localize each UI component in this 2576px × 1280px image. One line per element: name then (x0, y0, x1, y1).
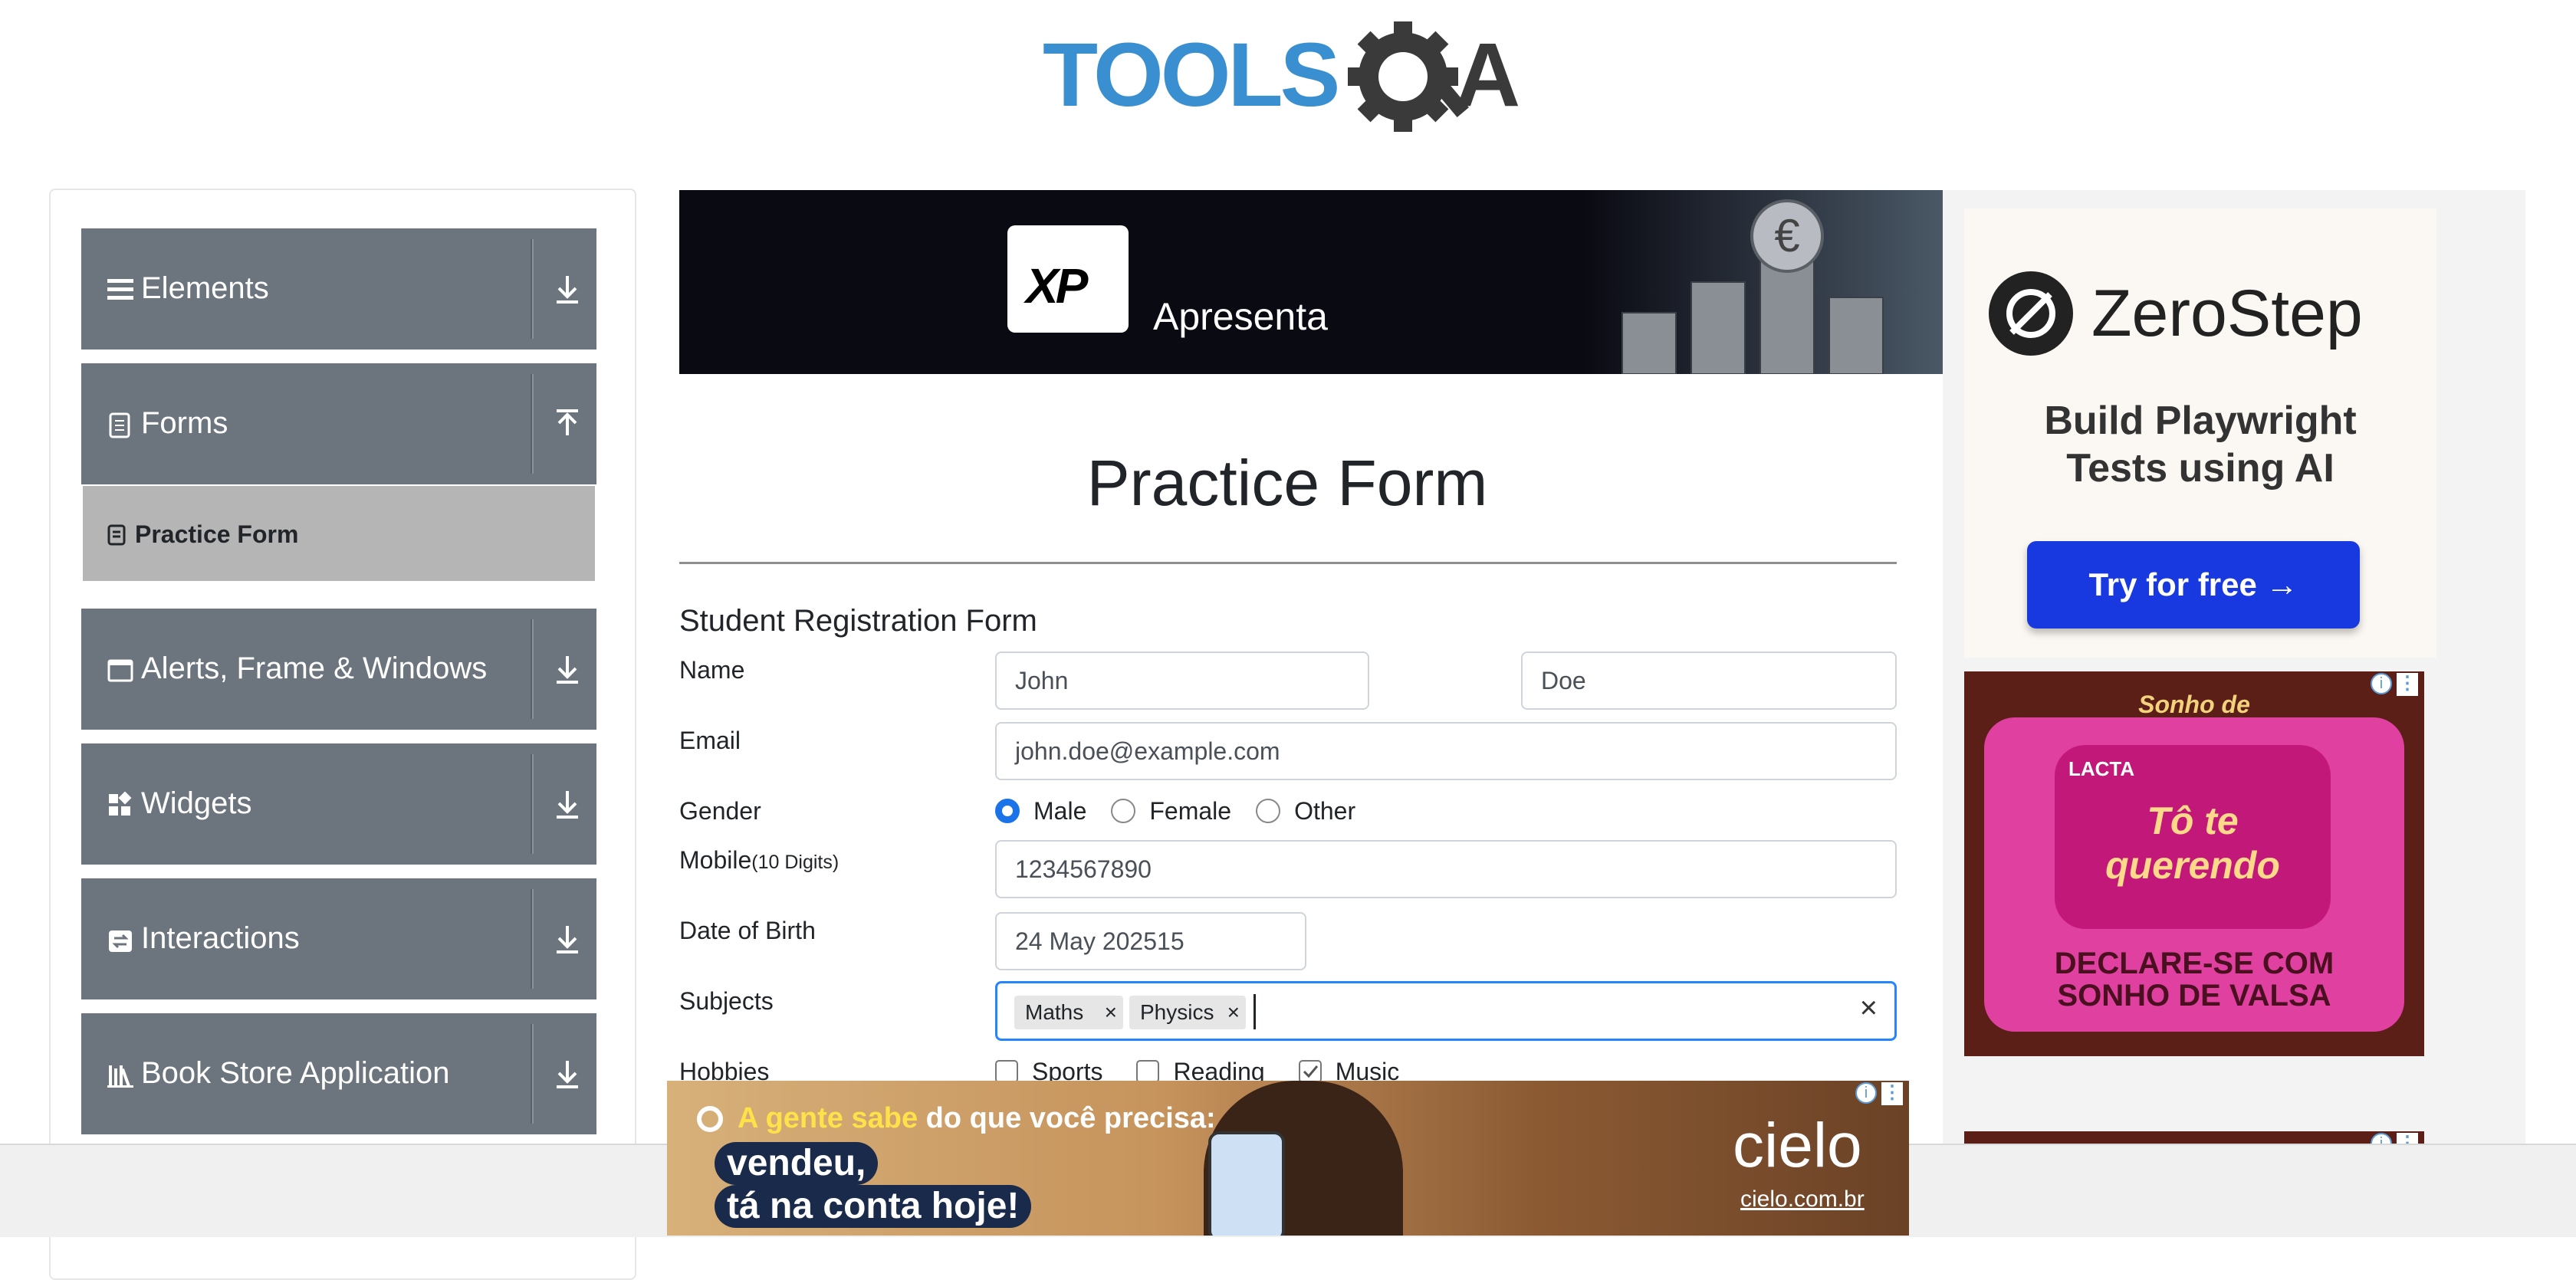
gender-male-radio[interactable] (995, 799, 1020, 823)
ad-line-3: tá na conta hoje! (715, 1185, 1032, 1228)
subjects-input[interactable]: Maths × Physics × × (995, 981, 1897, 1041)
subject-chip: Physics × (1129, 996, 1246, 1029)
sidebar-item-practice-form[interactable]: Practice Form (81, 484, 596, 583)
sidebar-group-book-store[interactable]: Book Store Application (81, 1013, 596, 1136)
sidebar-group-label: Interactions (141, 921, 300, 955)
cielo-url[interactable]: cielo.com.br (1740, 1186, 1865, 1213)
svg-text:TOOLS: TOOLS (1043, 25, 1338, 126)
coins-image: € (1584, 190, 1943, 374)
gender-male-label[interactable]: Male (1033, 797, 1086, 825)
remove-chip-icon[interactable]: × (1105, 996, 1117, 1029)
try-for-free-button[interactable]: Try for free → (2027, 541, 2360, 629)
cielo-logo: cielo (1733, 1111, 1862, 1180)
subject-chip-label: Physics (1140, 1000, 1214, 1024)
widgets-icon (109, 791, 132, 816)
gender-female-radio[interactable] (1111, 799, 1136, 823)
product-name: Tô te querendo (2105, 799, 2280, 887)
hamburger-icon (107, 279, 133, 300)
ad-line-1: A gente sabe do que você precisa: (738, 1102, 1216, 1134)
phone-image (1208, 1131, 1285, 1236)
download-arrow-icon[interactable] (552, 1055, 583, 1093)
divider (531, 239, 534, 339)
banner-text: Apresenta (1153, 295, 1328, 338)
cielo-ad[interactable]: A gente sabe do que você precisa: vendeu… (667, 1081, 1909, 1236)
form-icon (107, 524, 126, 546)
gender-label: Gender (679, 797, 761, 825)
reading-checkbox[interactable] (1136, 1060, 1160, 1083)
sidebar-group-label: Book Store Application (141, 1056, 450, 1090)
sidebar-group-widgets[interactable]: Widgets (81, 743, 596, 866)
cielo-ring-icon (697, 1106, 723, 1132)
form-title: Student Registration Form (679, 604, 1037, 638)
gender-other-radio[interactable] (1256, 799, 1281, 823)
sidebar-group-label: Elements (141, 271, 269, 305)
download-arrow-icon[interactable] (552, 920, 583, 958)
upload-arrow-icon[interactable] (552, 405, 583, 443)
sidebar-group-label: Widgets (141, 786, 252, 820)
ad-line-2: vendeu, (715, 1142, 879, 1185)
document-icon (109, 412, 130, 438)
candy-wrapper-image: LACTA Tô te querendo (2055, 745, 2331, 929)
mobile-hint: (10 Digits) (751, 852, 840, 873)
window-icon (107, 659, 133, 682)
top-banner-ad[interactable]: XP Apresenta € (679, 190, 1943, 374)
page-title: Practice Form (1086, 447, 1488, 519)
email-label: Email (679, 727, 741, 754)
title-divider (679, 562, 1897, 564)
text-caret (1254, 994, 1256, 1029)
zerostep-logo-icon (1989, 271, 2073, 356)
sidebar-group-alerts[interactable]: Alerts, Frame & Windows (81, 609, 596, 731)
toolsqa-logo[interactable]: TOOLS A (1043, 21, 1541, 140)
last-name-input[interactable]: Doe (1521, 651, 1897, 710)
sidebar-item-label: Practice Form (135, 520, 299, 548)
zerostep-tagline: Build Playwright Tests using AI (2044, 399, 2357, 491)
zerostep-brand: ZeroStep (2091, 277, 2363, 350)
email-input[interactable]: john.doe@example.com (995, 722, 1897, 780)
gender-other-label[interactable]: Other (1294, 797, 1355, 825)
music-checkbox[interactable] (1298, 1060, 1322, 1083)
interactions-icon (109, 930, 132, 952)
divider (531, 1024, 534, 1124)
subjects-label: Subjects (679, 987, 774, 1015)
sports-checkbox[interactable] (995, 1060, 1018, 1083)
sonho-de-valsa-logo: Sonho de Valsa (2138, 691, 2250, 772)
sidebar-group-elements[interactable]: Elements (81, 228, 596, 351)
ad-menu-icon[interactable]: ⋮ (2397, 673, 2418, 696)
download-arrow-icon[interactable] (552, 650, 583, 688)
ad-info-icon[interactable]: i (1855, 1082, 1877, 1104)
zerostep-ad[interactable]: ZeroStep Build Playwright Tests using AI… (1964, 208, 2436, 658)
ad-menu-icon[interactable]: ⋮ (1881, 1082, 1903, 1105)
mobile-input[interactable]: 1234567890 (995, 840, 1897, 898)
download-arrow-icon[interactable] (552, 270, 583, 308)
lacta-logo: LACTA (2068, 757, 2135, 780)
sidebar-group-interactions[interactable]: Interactions (81, 878, 596, 1001)
ad-headline: DECLARE-SE COM SONHO DE VALSA (2054, 947, 2334, 1013)
subject-chip: Maths × (1014, 996, 1123, 1029)
remove-chip-icon[interactable]: × (1227, 996, 1240, 1029)
divider (531, 619, 534, 719)
divider (531, 754, 534, 854)
divider (531, 889, 534, 989)
svg-text:A: A (1455, 25, 1520, 126)
dob-label: Date of Birth (679, 917, 816, 944)
sidebar-group-forms[interactable]: Forms (81, 363, 596, 486)
mobile-label: Mobile(10 Digits) (679, 846, 840, 874)
clear-icon[interactable]: × (1860, 991, 1878, 1026)
gender-female-label[interactable]: Female (1149, 797, 1231, 825)
sidebar-group-label: Alerts, Frame & Windows (141, 651, 488, 685)
books-icon (107, 1065, 133, 1088)
divider (531, 374, 534, 474)
subject-chip-label: Maths (1025, 1000, 1084, 1024)
download-arrow-icon[interactable] (552, 785, 583, 823)
date-of-birth-input[interactable]: 24 May 202515 (995, 912, 1306, 970)
gender-radio-group: Male Female Other (995, 796, 1380, 826)
checkmark-icon (1303, 1065, 1318, 1078)
ad-info-icon[interactable]: i (2371, 673, 2392, 694)
sidebar-group-label: Forms (141, 406, 228, 440)
xp-logo: XP (1007, 225, 1129, 333)
first-name-input[interactable]: John (995, 651, 1369, 710)
name-label: Name (679, 656, 745, 684)
svg-text:€: € (1774, 210, 1799, 261)
sonho-de-valsa-ad[interactable]: Sonho de Valsa LACTA Tô te querendo DECL… (1964, 671, 2424, 1056)
